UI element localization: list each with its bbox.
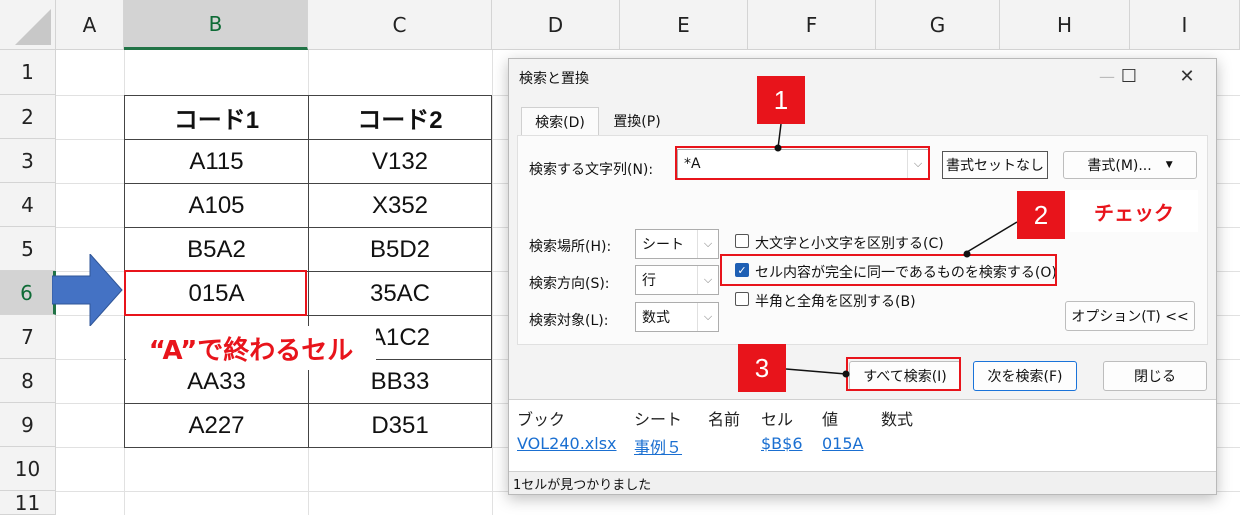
column-header-f[interactable]: F — [748, 0, 876, 50]
chevron-down-icon[interactable]: ⌵ — [697, 303, 718, 331]
maximize-icon[interactable]: ☐ — [1109, 63, 1149, 89]
no-format-button[interactable]: 書式セットなし — [942, 151, 1048, 179]
table-cell[interactable]: D351 — [308, 403, 492, 448]
step-badge-1: 1 — [757, 76, 805, 124]
table-header-code2[interactable]: コード2 — [308, 95, 492, 140]
result-book-link[interactable]: VOL240.xlsx — [517, 434, 617, 453]
highlight-box-result — [124, 270, 307, 316]
row-header-10[interactable]: 10 — [0, 447, 56, 491]
within-value: シート — [642, 237, 684, 253]
row-header-2[interactable]: 2 — [0, 95, 56, 139]
results-list: ブック シート 名前 セル 値 数式 VOL240.xlsx 事例５ $B$6 … — [509, 399, 1216, 472]
column-header-i[interactable]: I — [1130, 0, 1240, 50]
table-cell[interactable]: A105 — [124, 183, 309, 228]
step-badge-2: 2 — [1017, 191, 1065, 239]
caret-down-icon: ▼ — [1165, 160, 1173, 170]
match-case-label: 大文字と小文字を区別する(C) — [755, 236, 944, 252]
table-cell[interactable]: B5D2 — [308, 227, 492, 272]
result-sheet-link[interactable]: 事例５ — [634, 434, 682, 458]
select-all-corner[interactable] — [0, 0, 56, 50]
dialog-title: 検索と置換 — [519, 71, 589, 87]
close-icon[interactable]: ✕ — [1167, 63, 1207, 89]
step-badge-3: 3 — [738, 344, 786, 392]
results-header-cell[interactable]: セル — [761, 406, 793, 430]
highlight-box-find-all — [846, 357, 961, 391]
results-header-book[interactable]: ブック — [517, 406, 565, 430]
right-arrow-icon — [52, 254, 123, 326]
within-label: 検索場所(H): — [529, 239, 612, 255]
table-cell[interactable]: A227 — [124, 403, 309, 448]
status-bar: 1セルが見つかりました — [509, 471, 1216, 494]
column-header-d[interactable]: D — [492, 0, 620, 50]
match-byte-checkbox[interactable] — [735, 292, 749, 306]
column-header-h[interactable]: H — [1000, 0, 1130, 50]
results-header-name[interactable]: 名前 — [708, 406, 740, 430]
column-header-b[interactable]: B — [124, 0, 308, 50]
search-label: 検索する文字列(N): — [529, 162, 654, 178]
within-select[interactable]: シート ⌵ — [635, 229, 719, 259]
format-button[interactable]: 書式(M)... ▼ — [1063, 151, 1197, 179]
lookin-select[interactable]: 数式 ⌵ — [635, 302, 719, 332]
result-cell-link[interactable]: $B$6 — [761, 434, 803, 453]
row-header-11[interactable]: 11 — [0, 491, 56, 515]
table-cell[interactable]: X352 — [308, 183, 492, 228]
annotation-ends-with-a: “A”で終わるセル — [126, 326, 376, 370]
match-case-checkbox[interactable] — [735, 234, 749, 248]
find-next-button[interactable]: 次を検索(F) — [973, 361, 1077, 391]
chevron-down-icon[interactable]: ⌵ — [697, 230, 718, 258]
direction-value: 行 — [642, 273, 656, 289]
row-header-6[interactable]: 6 — [0, 271, 56, 315]
format-button-label: 書式(M)... — [1087, 158, 1152, 174]
row-header-5[interactable]: 5 — [0, 227, 56, 271]
column-header-g[interactable]: G — [876, 0, 1000, 50]
options-button[interactable]: オプション(T) << — [1065, 301, 1195, 331]
row-header-9[interactable]: 9 — [0, 403, 56, 447]
column-header-a[interactable]: A — [56, 0, 124, 50]
results-header-sheet[interactable]: シート — [634, 406, 682, 430]
lookin-value: 数式 — [642, 310, 670, 326]
row-header-4[interactable]: 4 — [0, 183, 56, 227]
table-cell[interactable]: B5A2 — [124, 227, 309, 272]
row-header-1[interactable]: 1 — [0, 50, 56, 95]
column-header-c[interactable]: C — [308, 0, 492, 50]
result-value-link[interactable]: 015A — [822, 434, 863, 453]
results-header-formula[interactable]: 数式 — [881, 406, 913, 430]
column-header-e[interactable]: E — [620, 0, 748, 50]
chevron-down-icon[interactable]: ⌵ — [697, 266, 718, 294]
row-header-7[interactable]: 7 — [0, 315, 56, 359]
highlight-box-match-entire — [720, 254, 1057, 286]
table-cell[interactable]: 35AC — [308, 271, 492, 316]
table-cell[interactable]: V132 — [308, 139, 492, 184]
tab-find[interactable]: 検索(D) — [521, 107, 599, 135]
table-cell[interactable]: A115 — [124, 139, 309, 184]
direction-label: 検索方向(S): — [529, 276, 610, 292]
table-header-code1[interactable]: コード1 — [124, 95, 309, 140]
highlight-box-search — [675, 146, 930, 180]
match-byte-label: 半角と全角を区別する(B) — [755, 294, 916, 310]
annotation-check: チェック — [1070, 190, 1198, 232]
row-header-3[interactable]: 3 — [0, 139, 56, 183]
direction-select[interactable]: 行 ⌵ — [635, 265, 719, 295]
tab-replace[interactable]: 置換(P) — [601, 107, 673, 135]
row-header-8[interactable]: 8 — [0, 359, 56, 403]
status-text: 1セルが見つかりました — [513, 477, 652, 493]
lookin-label: 検索対象(L): — [529, 313, 609, 329]
results-header-value[interactable]: 値 — [822, 406, 838, 430]
close-button[interactable]: 閉じる — [1103, 361, 1207, 391]
